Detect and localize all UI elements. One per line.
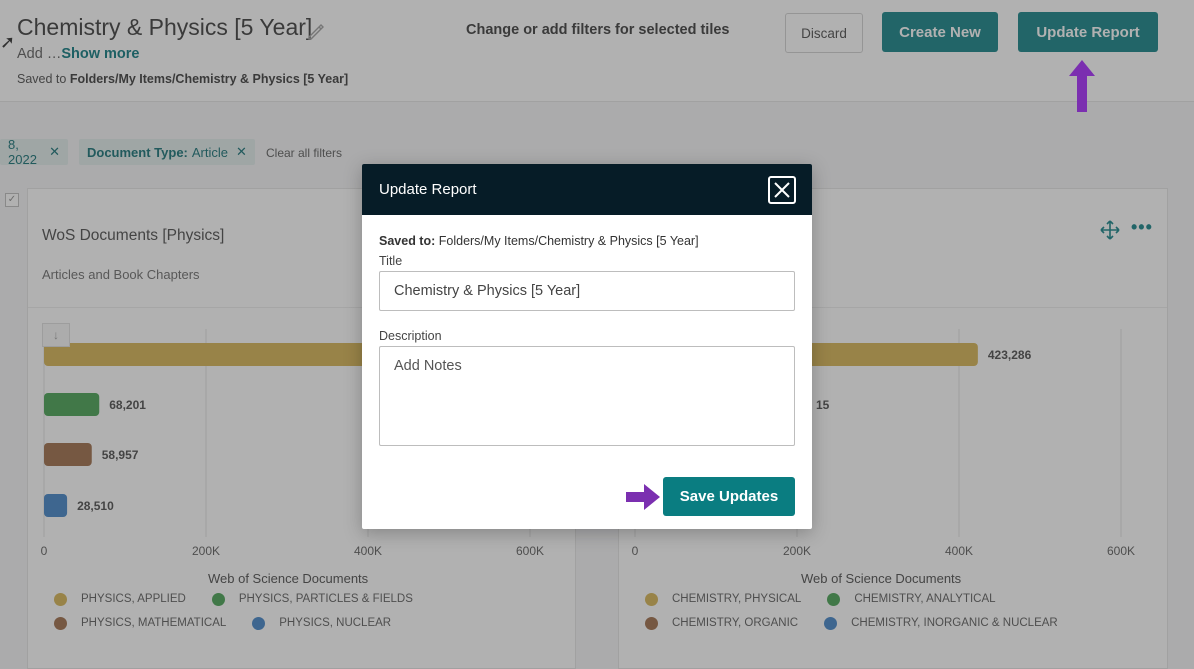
dialog-title: Update Report (379, 181, 477, 198)
close-icon[interactable] (768, 176, 796, 204)
saved-to-path: Folders/My Items/Chemistry & Physics [5 … (438, 234, 699, 248)
saved-to-label: Saved to: (379, 234, 436, 248)
dialog-header: Update Report (362, 164, 812, 215)
update-report-dialog: Update Report Saved to: Folders/My Items… (362, 164, 812, 529)
description-textarea[interactable] (379, 346, 795, 446)
save-updates-button[interactable]: Save Updates (663, 477, 795, 516)
description-field-label: Description (379, 329, 442, 343)
annotation-arrow-right-icon (626, 484, 660, 510)
title-input[interactable] (379, 271, 795, 311)
annotation-arrow-up-icon (1069, 60, 1095, 112)
title-field-label: Title (379, 254, 403, 268)
dialog-saved-location: Saved to: Folders/My Items/Chemistry & P… (379, 234, 699, 248)
